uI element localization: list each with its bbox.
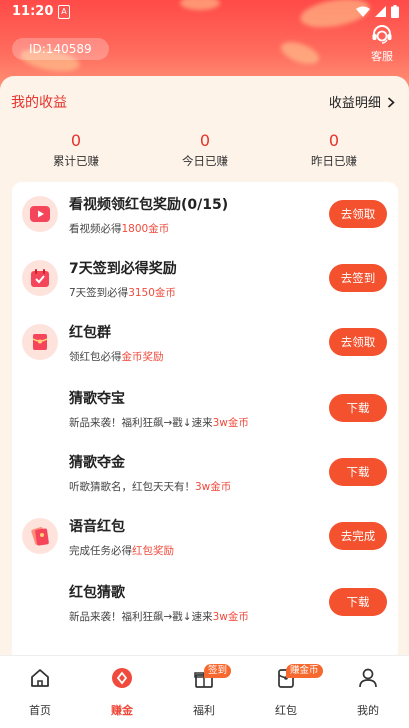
task-download-button[interactable]: 下载	[329, 458, 387, 486]
task-name: 看视频领红包奖励(0/15)	[69, 197, 229, 213]
task-action-button[interactable]: 去领取	[329, 200, 387, 228]
nav-item-welfare[interactable]: 签到 福利	[174, 656, 234, 728]
earnings-section: 我的收益 收益明细 0 累计已赚 0 今日已赚 0 昨日已赚	[0, 76, 409, 184]
task-action-button[interactable]: 去完成	[329, 522, 387, 550]
profile-icon	[359, 668, 377, 688]
task-red-envelope-group: 红包群 领红包必得金币奖励 去领取	[12, 310, 398, 374]
task-watch-video: 看视频领红包奖励(0/15) 看视频必得1800金币 去领取	[12, 182, 398, 246]
customer-service-button[interactable]: 客服	[369, 24, 395, 64]
nav-item-earn[interactable]: 赚金	[92, 656, 152, 728]
nav-badge-earn-coins: 赚金币	[286, 664, 323, 678]
stat-today-label: 今日已赚	[182, 154, 228, 168]
earnings-detail-label: 收益明细	[328, 96, 381, 111]
wifi-icon	[356, 6, 370, 17]
task-red-envelope-guess-song: 红包猜歌 新品来袭！福利狂飙→戳↓速来3w金币 下载	[12, 570, 398, 634]
task-desc: 完成任务必得红包奖励	[69, 545, 174, 557]
nav-label: 福利	[193, 704, 215, 717]
task-desc: 新品来袭！福利狂飙→戳↓速来3w金币	[69, 417, 249, 429]
task-name: 红包群	[69, 325, 111, 341]
task-name: 7天签到必得奖励	[69, 261, 177, 277]
task-action-button[interactable]: 去签到	[329, 264, 387, 292]
status-bar: 11:20 A	[0, 0, 409, 24]
decor-blob	[278, 37, 322, 69]
chevron-right-icon	[387, 97, 395, 108]
stat-yesterday: 0 昨日已赚	[294, 132, 374, 169]
sim-icon: A	[58, 5, 70, 19]
user-id-pill: ID:140589	[12, 38, 109, 60]
stat-total-label: 累计已赚	[53, 154, 99, 168]
battery-icon	[391, 5, 399, 18]
earnings-title: 我的收益	[11, 95, 67, 111]
nav-label: 我的	[357, 704, 379, 717]
nav-badge-checkin: 签到	[204, 664, 232, 678]
task-desc: 新品来袭！福利狂飙→戳↓速来3w金币	[69, 611, 249, 623]
task-name: 语音红包	[69, 519, 125, 535]
stat-yesterday-label: 昨日已赚	[311, 154, 357, 168]
stat-total: 0 累计已赚	[36, 132, 116, 169]
task-action-button[interactable]: 去领取	[329, 328, 387, 356]
task-name: 红包猜歌	[69, 585, 125, 601]
bottom-nav: 首页 赚金 签到 福利 赚金币 红包 我的	[0, 655, 409, 728]
task-download-button[interactable]: 下载	[329, 588, 387, 616]
task-list: 看视频领红包奖励(0/15) 看视频必得1800金币 去领取 7天签到必得奖励 …	[12, 182, 398, 662]
red-envelope-icon	[22, 324, 58, 360]
stat-today: 0 今日已赚	[165, 132, 245, 169]
video-play-icon	[22, 196, 58, 232]
status-time: 11:20	[12, 4, 54, 19]
nav-label: 首页	[29, 704, 51, 717]
nav-item-red-packet[interactable]: 赚金币 红包	[256, 656, 323, 728]
earnings-detail-link[interactable]: 收益明细	[329, 92, 395, 111]
nav-item-profile[interactable]: 我的	[338, 656, 398, 728]
customer-service-label: 客服	[371, 50, 393, 63]
task-guess-song-gold: 猜歌夺金 听歌猜歌名，红包天天有！3w金币 下载	[12, 440, 398, 504]
home-icon	[31, 669, 49, 687]
headset-icon	[372, 25, 392, 44]
nav-label: 赚金	[111, 704, 133, 717]
signal-icon	[375, 6, 386, 17]
task-desc: 7天签到必得3150金币	[69, 287, 176, 299]
task-desc: 看视频必得1800金币	[69, 223, 170, 235]
task-voice-red-envelope: 语音红包 完成任务必得红包奖励 去完成	[12, 504, 398, 568]
task-checkin: 7天签到必得奖励 7天签到必得3150金币 去签到	[12, 246, 398, 310]
nav-label: 红包	[275, 704, 297, 717]
system-icons	[356, 5, 399, 18]
task-desc: 听歌猜歌名，红包天天有！3w金币	[69, 481, 232, 493]
stat-total-value: 0	[70, 131, 82, 150]
stat-yesterday-value: 0	[328, 131, 340, 150]
task-desc: 领红包必得金币奖励	[69, 351, 164, 363]
calendar-check-icon	[22, 260, 58, 296]
earn-icon	[112, 668, 132, 688]
voice-red-envelope-icon	[22, 518, 58, 554]
nav-item-home[interactable]: 首页	[10, 656, 70, 728]
task-name: 猜歌夺金	[69, 455, 125, 471]
task-download-button[interactable]: 下载	[329, 394, 387, 422]
stat-today-value: 0	[199, 131, 211, 150]
task-guess-song-treasure: 猜歌夺宝 新品来袭！福利狂飙→戳↓速来3w金币 下载	[12, 376, 398, 440]
task-name: 猜歌夺宝	[69, 391, 125, 407]
